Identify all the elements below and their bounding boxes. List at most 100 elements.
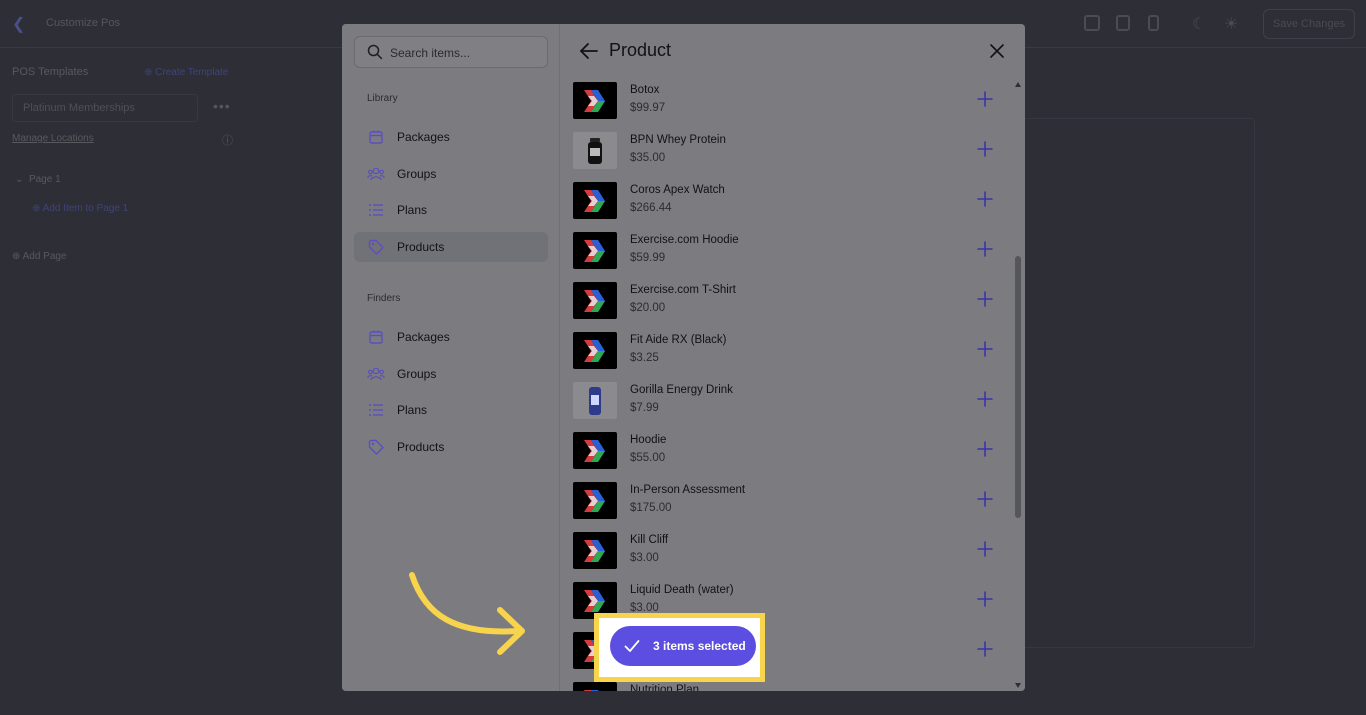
mobile-icon[interactable] <box>1148 15 1159 31</box>
product-row[interactable]: Hoodie $55.00 <box>561 432 1013 482</box>
add-icon[interactable] <box>977 591 993 607</box>
create-template-label: Create Template <box>155 67 229 78</box>
add-icon[interactable] <box>977 641 993 657</box>
finder-item-products[interactable]: Products <box>354 432 548 462</box>
more-options-icon[interactable]: ••• <box>213 98 231 114</box>
desktop-icon[interactable] <box>1084 15 1100 31</box>
add-icon[interactable] <box>977 241 993 257</box>
product-row[interactable]: Exercise.com Hoodie $59.99 <box>561 232 1013 282</box>
product-price: $3.00 <box>630 552 659 564</box>
library-item-packages[interactable]: Packages <box>354 122 548 152</box>
moon-icon[interactable]: ☾ <box>1192 14 1206 34</box>
add-icon[interactable] <box>977 191 993 207</box>
finder-item-groups[interactable]: Groups <box>354 359 548 389</box>
product-name: Fit Aide RX (Black) <box>630 334 727 346</box>
sidebar-item-label: Groups <box>397 366 437 381</box>
check-icon <box>624 640 640 652</box>
product-row[interactable]: BPN Whey Protein $35.00 <box>561 132 1013 182</box>
product-thumbnail <box>573 82 617 119</box>
library-item-plans[interactable]: Plans <box>354 195 548 225</box>
product-name: Botox <box>630 84 660 96</box>
template-select-value: Platinum Memberships <box>23 102 135 114</box>
product-panel: Product Botox $99.97 BPN Whey Protein $35.0… <box>561 24 1025 691</box>
sidebar-item-label: Plans <box>397 403 428 417</box>
page-title: Customize Pos <box>46 17 120 29</box>
add-item-link[interactable]: ⊕ Add Item to Page 1 <box>32 203 128 214</box>
scroll-down-icon[interactable] <box>1015 683 1021 688</box>
product-thumbnail <box>573 332 617 369</box>
product-name: Coros Apex Watch <box>630 184 725 196</box>
tag-icon <box>367 238 385 256</box>
scrollbar-thumb[interactable] <box>1015 256 1021 518</box>
back-icon[interactable]: ❮ <box>12 14 25 34</box>
product-price: $7.99 <box>630 402 659 414</box>
product-name: In-Person Assessment <box>630 484 746 496</box>
add-icon[interactable] <box>977 91 993 107</box>
list-icon <box>367 401 385 419</box>
product-price: $3.25 <box>630 352 659 364</box>
add-icon[interactable] <box>977 441 993 457</box>
product-row[interactable]: In-Person Assessment $175.00 <box>561 482 1013 532</box>
product-price: $35.00 <box>630 152 666 164</box>
product-thumbnail <box>573 682 617 691</box>
add-icon[interactable] <box>977 491 993 507</box>
product-thumbnail <box>573 132 617 169</box>
product-name: Liquid Death (water) <box>630 584 734 596</box>
sidebar-item-label: Groups <box>397 166 437 181</box>
product-thumbnail <box>573 382 617 419</box>
search-box[interactable] <box>354 36 548 68</box>
sidebar-item-label: Packages <box>397 130 450 144</box>
product-price: $59.99 <box>630 252 666 264</box>
product-row[interactable]: Nutrition Plan <box>561 682 1013 691</box>
info-icon: ⓘ <box>222 135 233 147</box>
add-icon[interactable] <box>977 141 993 157</box>
selection-count-label: 3 items selected <box>653 639 746 653</box>
sun-icon[interactable]: ☀ <box>1224 14 1238 34</box>
create-template-link[interactable]: ⊕ Create Template <box>144 67 228 78</box>
scroll-up-icon[interactable] <box>1015 82 1021 87</box>
tag-icon <box>367 438 385 456</box>
tablet-icon[interactable] <box>1116 15 1130 31</box>
product-row[interactable]: Kill Cliff $3.00 <box>561 532 1013 582</box>
finder-item-packages[interactable]: Packages <box>354 322 548 352</box>
product-name: Gorilla Energy Drink <box>630 384 733 396</box>
preview-canvas <box>1025 118 1255 648</box>
library-item-groups[interactable]: Groups <box>354 159 548 189</box>
add-item-label: Add Item to Page 1 <box>42 203 129 214</box>
users-icon <box>367 165 385 183</box>
close-icon[interactable] <box>989 43 1005 59</box>
add-page-link[interactable]: ⊕ Add Page <box>12 251 67 262</box>
product-row[interactable]: Botox $99.97 <box>561 82 1013 132</box>
selection-toast[interactable]: 3 items selected <box>610 626 756 666</box>
save-changes-button[interactable]: Save Changes <box>1263 9 1355 39</box>
add-icon[interactable] <box>977 391 993 407</box>
template-select[interactable]: Platinum Memberships <box>12 94 198 122</box>
sidebar-item-label: Products <box>397 239 445 254</box>
library-heading: Library <box>367 93 398 104</box>
page-label: Page 1 <box>28 174 61 185</box>
add-icon[interactable] <box>977 541 993 557</box>
library-item-products[interactable]: Products <box>354 231 548 262</box>
finder-item-plans[interactable]: Plans <box>354 395 548 425</box>
list-icon <box>367 201 385 219</box>
product-name: Exercise.com T-Shirt <box>630 284 736 296</box>
add-icon[interactable] <box>977 291 993 307</box>
panel-title: Product <box>609 40 672 60</box>
product-price: $266.44 <box>630 202 672 214</box>
product-row[interactable]: Exercise.com T-Shirt $20.00 <box>561 282 1013 332</box>
search-input[interactable] <box>390 44 540 62</box>
search-icon <box>367 44 383 60</box>
package-icon <box>367 328 385 346</box>
product-row[interactable]: Gorilla Energy Drink $7.99 <box>561 382 1013 432</box>
pos-templates-label: POS Templates <box>12 66 89 78</box>
package-icon <box>367 128 385 146</box>
manage-locations-link[interactable]: Manage Locations <box>12 133 94 144</box>
product-row[interactable]: Fit Aide RX (Black) $3.25 <box>561 332 1013 382</box>
product-price: $99.97 <box>630 102 666 114</box>
sidebar-item-label: Products <box>397 439 445 454</box>
users-icon <box>367 365 385 383</box>
back-arrow-icon[interactable] <box>579 42 599 60</box>
add-icon[interactable] <box>977 341 993 357</box>
page-1-row[interactable]: ⌄ Page 1 <box>15 174 61 185</box>
product-row[interactable]: Coros Apex Watch $266.44 <box>561 182 1013 232</box>
